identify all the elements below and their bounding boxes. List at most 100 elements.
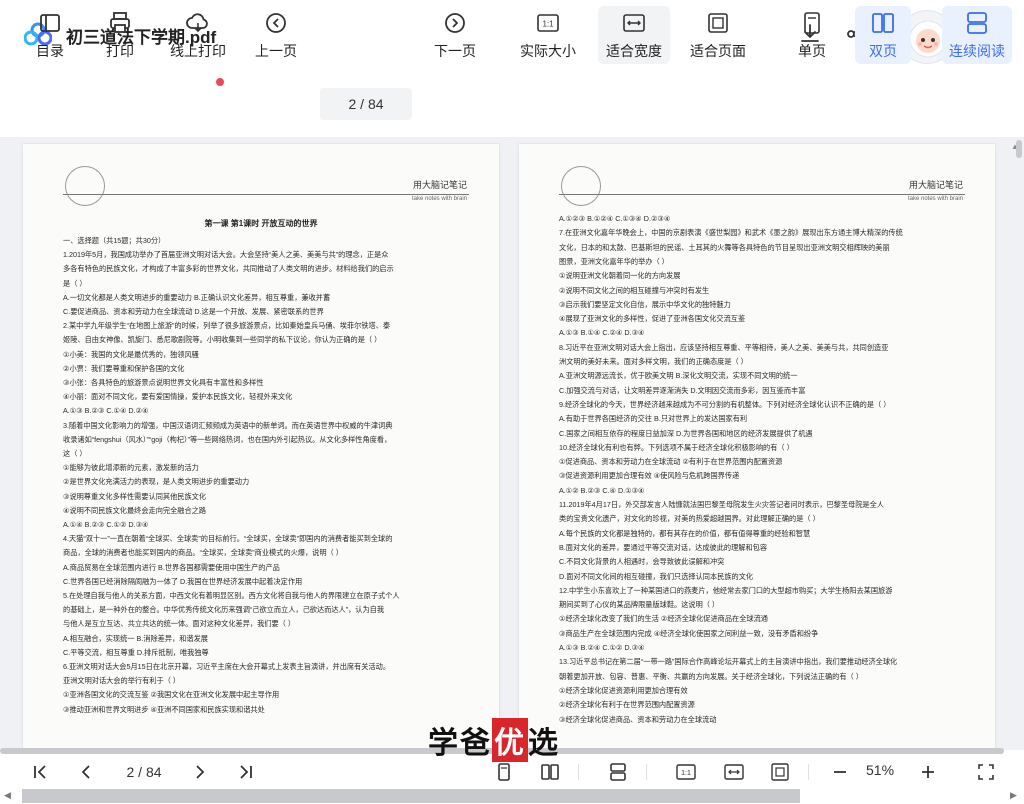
watermark-text: 选	[528, 726, 560, 761]
page-text-line: ②经济全球化有利于在世界范围内配置资源	[559, 700, 695, 710]
page-text-line: A.①③ B.①④ C.②④ D.③④	[559, 328, 645, 338]
bottom-page-indicator[interactable]: 2 / 84	[106, 760, 182, 784]
page-text-line: A.有助于世界各国经济的交往 B.只对世界上的发达国家有利	[559, 414, 748, 424]
toolbar-prev-page-button[interactable]: 上一页	[252, 6, 300, 64]
next-icon[interactable]	[190, 762, 210, 782]
page-text-line: A.一切文化都是人类文明进步的重要动力 B.正确认识文化差异，相互尊重，兼收并蓄	[63, 292, 331, 302]
page-text-line: ①小美：我国的文化是最优秀的，独领风骚	[63, 349, 199, 359]
page-text-line: 类的宝贵文化遗产，对文化的珍视，对美的热爱超越国界。对此理解正确的是（ ）	[559, 514, 820, 524]
page-text-line: 是（ ）	[63, 278, 87, 288]
horizontal-scrollbar-thumb[interactable]	[22, 789, 800, 803]
toolbar-next-page-button[interactable]: 下一页	[431, 6, 479, 64]
toolbar-online-print-button[interactable]: 线上打印	[166, 6, 230, 64]
pdf-page-right: 用大脑记笔记 take notes with brain A.①②③ B.①②④…	[519, 144, 995, 750]
page-text-line: ②小贾：我们要尊重和保护各国的文化	[63, 363, 185, 373]
fullscreen-icon[interactable]	[976, 762, 996, 782]
page-text-line: A.①③ B.②④ C.①② D.③④	[559, 643, 645, 652]
actual-size-icon: 1:1	[537, 14, 559, 32]
divider	[646, 764, 647, 780]
page-text-line: C.要促进商品、资本和劳动力在全球流动 D.这是一个开放、发展、紧密联系的世界	[63, 307, 324, 316]
school-seal-icon	[561, 166, 601, 206]
toolbar-label: 适合页面	[690, 43, 746, 59]
page-text-line: A.亚洲文明源远流长，优于欧美文明 B.深化文明交流，实现不同文明的统一	[559, 371, 798, 381]
double-page-icon	[872, 13, 894, 33]
notification-dot	[216, 78, 224, 86]
scroll-left-arrow-icon[interactable]: ◀	[4, 790, 11, 801]
page-text-line: D.面对不同文化间的相互碰撞，我们只选择认同本民族的文化	[559, 571, 754, 581]
scroll-right-arrow-icon[interactable]: ▶	[1010, 790, 1017, 801]
page-text-line: 4.天猫“双十一”一直在朝着“全球买、全球卖”的目标前行。“全球买，全球卖”即国…	[63, 534, 393, 544]
first-page-icon[interactable]	[30, 762, 50, 782]
page-text-line: ④说明不同民族文化最终会走向完全融合之路	[63, 505, 207, 515]
page-brand: 用大脑记笔记	[412, 180, 467, 190]
zoom-in-icon[interactable]	[918, 762, 938, 782]
page-text-line: ③说明尊重文化多样性需要认同其他民族文化	[63, 491, 207, 501]
watermark-text: 学爸	[428, 726, 492, 761]
page-text-line: C.加强交流与对话，让文明差异逐渐消失 D.文明因交流而多彩，因互鉴而丰富	[559, 385, 806, 395]
page-indicator-input[interactable]: 2 / 84	[320, 88, 412, 120]
toolbar-label: 实际大小	[520, 43, 576, 59]
prev-icon[interactable]	[76, 762, 96, 782]
toolbar-double-page-button[interactable]: 双页	[855, 6, 911, 64]
actual-size-small-icon[interactable]: 1:1	[676, 762, 696, 782]
double-page-mode-icon[interactable]	[540, 762, 560, 782]
page-text-line: C.国家之间相互依存的程度日益加深 D.为世界各国和地区的经济发展提供了机遇	[559, 428, 813, 438]
page-text-line: 姬陵、自由女神像、凯旋门、悉尼歌剧院等。小明收集到一些同学的私下议论，你认为正确…	[63, 335, 382, 345]
page-text-line: ③推动亚洲和世界文明进步 ④亚洲不同国家和民族实现和谐共处	[63, 704, 265, 714]
continuous-icon	[967, 12, 987, 34]
continuous-mode-icon[interactable]	[608, 762, 628, 782]
page-text-line: 亚洲文明对话大会的举行有利于（ ）	[63, 676, 180, 686]
page-text-line: C.世界各国已经消除隔阂融为一体了 D.我国在世界经济发展中起着决定作用	[63, 576, 303, 586]
toolbar-label: 目录	[36, 43, 64, 59]
fit-width-icon	[623, 14, 645, 32]
document-viewer[interactable]: 用大脑记笔记 take notes with brain 第一课 第1课时 开放…	[0, 138, 1024, 750]
fit-width-small-icon[interactable]	[724, 762, 744, 782]
page-text-line: 洲文明的美好未来。面对多样文明，我们的正确态度是（ ）	[559, 357, 748, 366]
toolbar-label: 双页	[869, 43, 897, 59]
toolbar-label: 线上打印	[170, 43, 226, 59]
page-text-line: ①能够为彼此增添新的元素，激发新的活力	[63, 463, 199, 473]
prev-page-icon	[266, 13, 286, 33]
page-text-line: B.面对文化的差异，要通过平等交流对话，达成彼此的理解和包容	[559, 542, 768, 552]
page-text-line: 文化，日本的和太鼓、巴基斯坦的民谣、土耳其的火舞等各具特色的节目呈现出亚洲文明交…	[559, 242, 890, 252]
zoom-level[interactable]: 51%	[866, 762, 894, 778]
toolbar-actual-size-button[interactable]: 1:1 实际大小	[516, 6, 580, 64]
page-lesson-title: 第一课 第1课时 开放互动的世界	[204, 219, 318, 228]
single-page-mode-icon[interactable]	[494, 762, 514, 782]
fit-page-icon	[708, 13, 728, 33]
page-text-line: ①经济全球化改变了我们的生活 ②经济全球化促进商品在全球流通	[559, 614, 768, 624]
toolbar-single-page-button[interactable]: 单页	[792, 6, 832, 64]
vertical-scrollbar-thumb[interactable]	[1016, 140, 1022, 158]
zoom-out-icon[interactable]	[830, 762, 850, 782]
page-text-line: A.①④ B.②③ C.①② D.③④	[63, 520, 149, 529]
page-text-line: 与他人是互立互达、共立共达的统一体。面对这种文化差异，我们要（ ）	[63, 619, 296, 629]
page-text-line: 图景，亚洲文化嘉年华的举办（ ）	[559, 256, 669, 266]
toolbar-print-button[interactable]: 打印	[100, 6, 140, 64]
fit-page-small-icon[interactable]	[770, 762, 790, 782]
page-text-line: ③促进资源利用更加合理有效 ④使风险与危机跨国界传递	[559, 471, 740, 481]
page-text-line: 2.某中学九年级学生“在地图上旅游”的时候，列举了很多旅游景点，比如秦始皇兵马俑…	[63, 321, 391, 331]
toolbar-label: 下一页	[434, 43, 476, 59]
page-text-line: C.平等交流，相互尊重 D.排斥抵制，唯我独尊	[63, 647, 209, 657]
page-text-line: ①说明亚洲文化朝着同一化的方向发展	[559, 271, 681, 281]
pdf-page-left: 用大脑记笔记 take notes with brain 第一课 第1课时 开放…	[23, 144, 499, 750]
page-text-line: ④展现了亚洲文化的多样性，促进了亚洲各国文化交流互鉴	[559, 314, 746, 324]
page-text-line: A.商品贸易在全球范围内进行 B.世界各国都需要使用中国生产的产品	[63, 562, 280, 572]
page-text-line: ③小张：各具特色的旅游景点说明世界文化具有丰富性和多样性	[63, 378, 264, 387]
toolbar-toc-button[interactable]: 目录	[30, 6, 70, 64]
last-page-icon[interactable]	[236, 762, 256, 782]
page-text-line: 12.中学生小东喜欢上了一种某国进口的燕麦片，他经常去家门口的大型超市购买；大学…	[559, 585, 893, 595]
page-text-line: 的基础上，是一种外在的整合。中华优秀传统文化历来强调“己欲立而立人，己欲达而达人…	[63, 605, 385, 615]
toolbar-fit-page-button[interactable]: 适合页面	[686, 6, 750, 64]
printer-icon	[110, 12, 130, 33]
page-brand-sub: take notes with brain	[411, 196, 467, 202]
page-text-line: ④小丽：面对不同文化，要有爱国情操，爱护本民族文化，轻视外来文化	[63, 392, 293, 402]
toolbar-fit-width-button[interactable]: 适合宽度	[598, 6, 670, 64]
toolbar-continuous-button[interactable]: 连续阅读	[942, 6, 1012, 64]
toolbar-label: 上一页	[255, 43, 297, 59]
page-text-line: C.不同文化背景的人相遇时，会导致彼此误解和冲突	[559, 557, 725, 567]
watermark-logo: 学爸优选	[428, 718, 560, 762]
toolbar-label: 适合宽度	[606, 43, 662, 59]
page-text-line: ①经济全球化促进资源利用更加合理有效	[559, 685, 688, 695]
toolbar-label: 连续阅读	[949, 43, 1005, 59]
